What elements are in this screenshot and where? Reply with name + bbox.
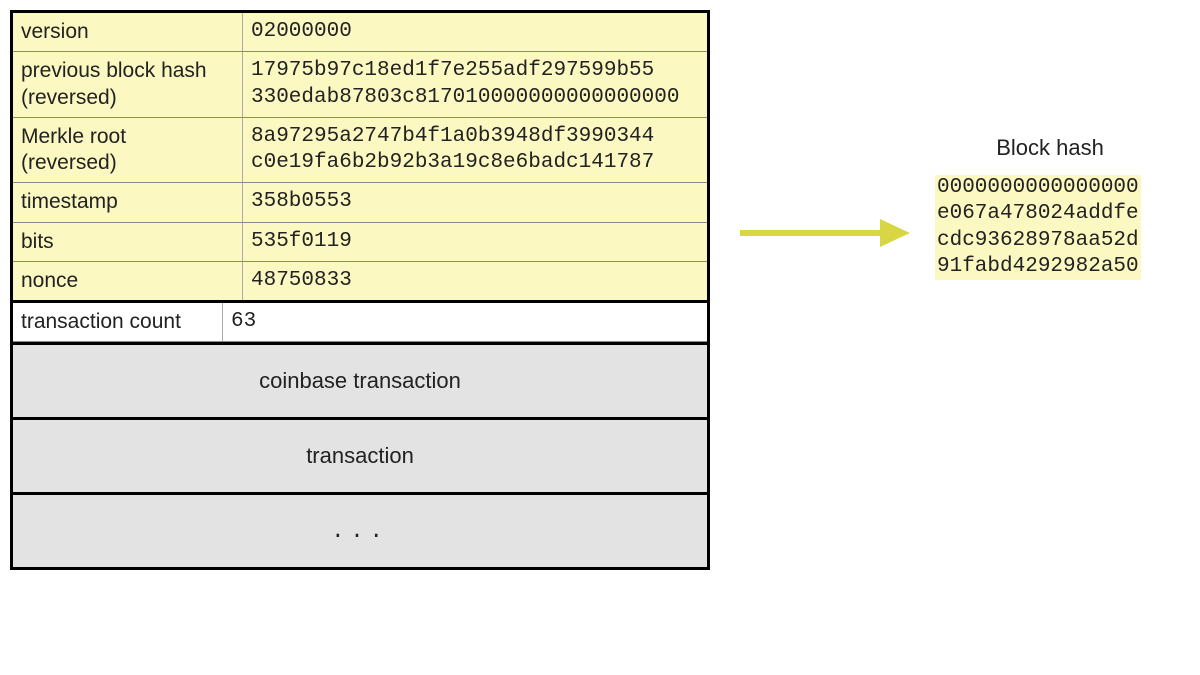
field-nonce: nonce 48750833 [13,262,707,300]
block-hash-output: Block hash 0000000000000000 e067a478024a… [935,135,1165,280]
field-label: Merkle root (reversed) [13,118,243,183]
field-value: 8a97295a2747b4f1a0b3948df3990344 c0e19fa… [243,118,707,183]
field-label: timestamp [13,183,243,221]
block-hash-title: Block hash [935,135,1165,161]
field-label: transaction count [13,303,223,341]
block-structure-table: version 02000000 previous block hash (re… [10,10,710,570]
block-header-fields: version 02000000 previous block hash (re… [13,13,707,300]
field-merkle-root: Merkle root (reversed) 8a97295a2747b4f1a… [13,118,707,184]
field-label: previous block hash (reversed) [13,52,243,117]
coinbase-tx-row: coinbase transaction [13,342,707,417]
field-previous-block-hash: previous block hash (reversed) 17975b97c… [13,52,707,118]
field-value: 358b0553 [243,183,707,221]
field-label: version [13,13,243,51]
field-label: nonce [13,262,243,300]
field-value: 02000000 [243,13,707,51]
field-value: 63 [223,303,707,341]
field-timestamp: timestamp 358b0553 [13,183,707,222]
field-bits: bits 535f0119 [13,223,707,262]
field-version: version 02000000 [13,13,707,52]
ellipsis-row: ... [13,492,707,567]
arrow-icon [740,215,910,256]
field-value: 17975b97c18ed1f7e255adf297599b55 330edab… [243,52,707,117]
field-value: 535f0119 [243,223,707,261]
field-tx-count: transaction count 63 [13,300,707,342]
field-label: bits [13,223,243,261]
transaction-row: transaction [13,417,707,492]
field-value: 48750833 [243,262,707,300]
block-hash-value: 0000000000000000 e067a478024addfe cdc936… [935,175,1141,280]
